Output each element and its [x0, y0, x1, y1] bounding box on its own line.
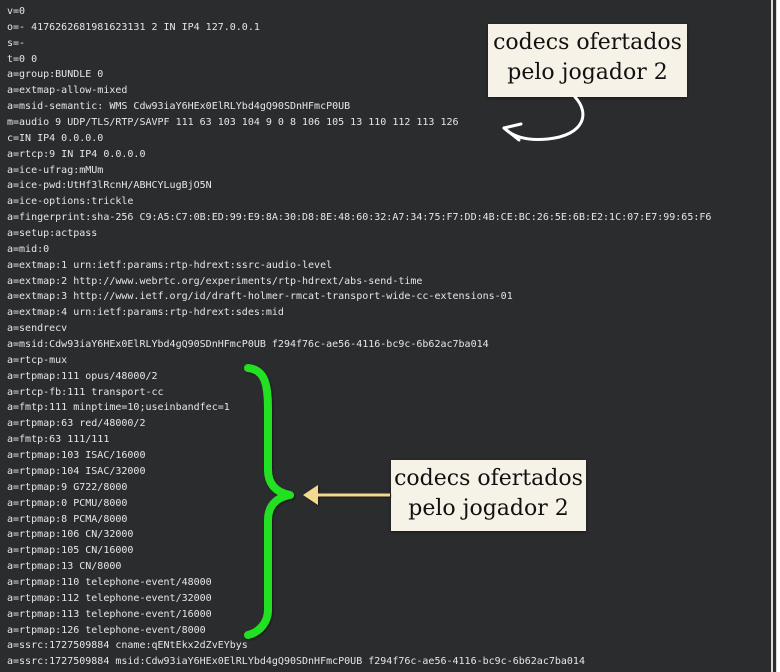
sdp-line: a=rtpmap:111 opus/48000/2	[7, 370, 158, 382]
sdp-line: a=ssrc:1727509884 cname:qENtEkx2dZvEYbys	[7, 640, 248, 652]
sdp-line: a=rtcp-fb:111 transport-cc	[7, 386, 164, 398]
terminal-scrollbar[interactable]	[771, 0, 773, 672]
sdp-line: a=rtpmap:126 telephone-event/8000	[7, 624, 206, 636]
sdp-line: a=ssrc:1727509884 msid:Cdw93iaY6HEx0ElRL…	[7, 656, 585, 668]
bottom-callout-line-2: pelo jogador 2	[408, 496, 569, 521]
sdp-line: a=setup:actpass	[7, 228, 98, 240]
sdp-terminal: v=0 o=- 4176262681981623131 2 IN IP4 127.…	[0, 0, 777, 672]
sdp-line: a=rtpmap:103 ISAC/16000	[7, 450, 146, 462]
sdp-line: a=rtpmap:8 PCMA/8000	[7, 513, 128, 525]
sdp-line: a=rtpmap:104 ISAC/32000	[7, 465, 146, 477]
sdp-line: a=rtpmap:110 telephone-event/48000	[7, 576, 212, 588]
sdp-line: a=rtpmap:0 PCMU/8000	[7, 497, 128, 509]
sdp-line: a=extmap:1 urn:ietf:params:rtp-hdrext:ss…	[7, 259, 333, 271]
sdp-line: a=extmap:4 urn:ietf:params:rtp-hdrext:sd…	[7, 307, 284, 319]
top-callout-line-1: codecs ofertados	[493, 30, 682, 55]
sdp-line: a=ice-ufrag:mMUm	[7, 164, 104, 176]
sdp-line: a=ice-options:trickle	[7, 196, 134, 208]
sdp-line: a=msid:Cdw93iaY6HEx0ElRLYbd4gQ90SDnHFmcP…	[7, 339, 489, 351]
sdp-line: a=extmap:3 http://www.ietf.org/id/draft-…	[7, 291, 513, 303]
sdp-line: a=rtpmap:105 CN/16000	[7, 545, 134, 557]
sdp-line: a=sendrecv	[7, 323, 68, 335]
sdp-line: v=0	[7, 6, 26, 17]
bottom-callout-line-1: codecs ofertados	[394, 466, 583, 491]
sdp-line: a=rtpmap:106 CN/32000	[7, 529, 134, 541]
sdp-line: a=extmap:2 http://www.webrtc.org/experim…	[7, 275, 423, 287]
sdp-line: a=fmtp:63 111/111	[7, 434, 110, 446]
sdp-line: a=rtpmap:112 telephone-event/32000	[7, 592, 212, 604]
sdp-line: a=mid:0	[7, 243, 50, 255]
sdp-line: c=IN IP4 0.0.0.0	[7, 132, 104, 144]
sdp-line: m=audio 9 UDP/TLS/RTP/SAVPF 111 63 103 1…	[7, 117, 459, 129]
top-callout-box: codecs ofertados pelo jogador 2	[488, 24, 687, 97]
sdp-line: a=fmtp:111 minptime=10;useinbandfec=1	[7, 402, 230, 414]
top-callout-line-2: pelo jogador 2	[507, 60, 668, 85]
sdp-line: a=rtpmap:13 CN/8000	[7, 561, 122, 573]
sdp-line: a=rtpmap:63 red/48000/2	[7, 418, 146, 430]
sdp-line: a=ice-pwd:UtHf3lRcnH/ABHCYLugBjO5N	[7, 180, 212, 192]
sdp-line: a=rtpmap:113 telephone-event/16000	[7, 608, 212, 620]
sdp-text-list: v=0 o=- 4176262681981623131 2 IN IP4 127.…	[7, 4, 711, 670]
bottom-callout-box: codecs ofertados pelo jogador 2	[391, 460, 586, 531]
sdp-line: a=fingerprint:sha-256 C9:A5:C7:0B:ED:99:…	[7, 212, 712, 224]
sdp-line: a=rtpmap:9 G722/8000	[7, 481, 128, 493]
sdp-line: a=rtcp-mux	[7, 354, 68, 366]
sdp-line: a=msid-semantic: WMS Cdw93iaY6HEx0ElRLYb…	[7, 101, 351, 113]
sdp-line: a=rtcp:9 IN IP4 0.0.0.0	[7, 148, 146, 160]
